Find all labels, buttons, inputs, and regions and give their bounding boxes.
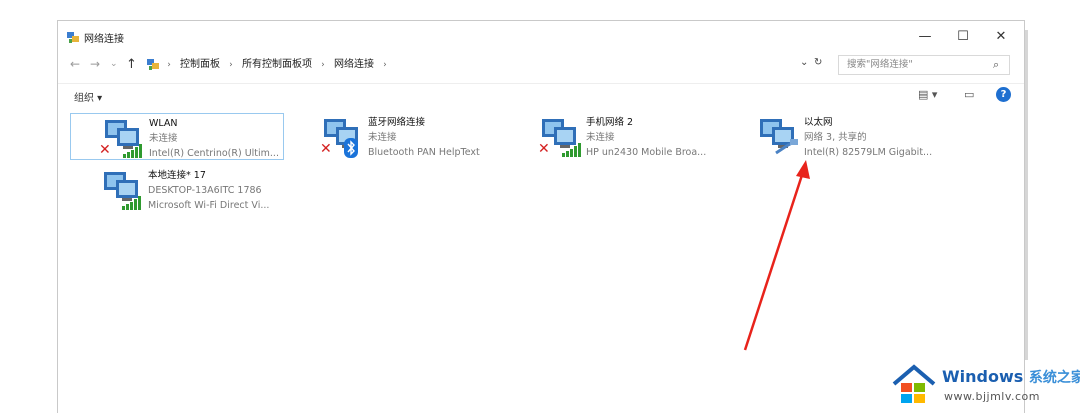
recent-locations-button[interactable]: ⌄ [110, 59, 118, 69]
connection-status: 网络 3, 共享的 [804, 132, 867, 143]
preview-pane-button[interactable]: ▭ [964, 88, 974, 101]
connection-device: Intel(R) 82579LM Gigabit... [804, 147, 933, 158]
back-button[interactable]: ← [70, 57, 80, 71]
signal-bars-icon [123, 144, 142, 158]
signal-bars-icon [122, 196, 141, 210]
connection-name: WLAN [149, 118, 178, 129]
search-input[interactable]: 搜索"网络连接" [838, 55, 1010, 75]
breadcrumb-network-connections[interactable]: 网络连接 [334, 55, 374, 75]
connection-device: Intel(R) Centrino(R) Ultim... [149, 148, 279, 159]
connection-status: DESKTOP-13A6ITC 1786 [148, 185, 262, 196]
window-title: 网络连接 [84, 34, 124, 45]
breadcrumb-separator: › [321, 60, 325, 70]
connection-item-local[interactable]: 本地连接* 17 DESKTOP-13A6ITC 1786 Microsoft … [70, 166, 284, 213]
connection-name: 以太网 [804, 117, 833, 128]
maximize-button[interactable]: ☐ [946, 25, 980, 49]
windows-house-logo-icon [892, 364, 936, 403]
minimize-button[interactable]: — [908, 25, 942, 49]
search-icon[interactable]: ⌕ [993, 58, 1019, 72]
up-button[interactable]: ↑ [126, 57, 137, 72]
breadcrumb-control-panel[interactable]: 控制面板 [180, 55, 220, 75]
connection-item-mobile[interactable]: ✕ 手机网络 2 未连接 HP un2430 Mobile Broa... [508, 113, 722, 160]
breadcrumb-all-control-panel-items[interactable]: 所有控制面板项 [242, 55, 312, 75]
signal-bars-icon [562, 143, 581, 157]
help-button[interactable]: ? [996, 87, 1011, 102]
watermark-brand-cn: 系统之家 [1028, 370, 1080, 386]
breadcrumb-separator: › [167, 60, 171, 70]
forward-button[interactable]: → [90, 57, 100, 71]
watermark-url: www.bjjmlv.com [944, 390, 1040, 403]
connection-item-bluetooth[interactable]: ✕ 蓝牙网络连接 未连接 Bluetooth PAN HelpText [290, 113, 504, 160]
close-button[interactable]: ✕ [984, 25, 1018, 49]
breadcrumb-separator: › [229, 60, 233, 70]
connection-name: 手机网络 2 [586, 117, 634, 128]
disconnected-x-icon: ✕ [538, 141, 550, 157]
disconnected-x-icon: ✕ [320, 141, 332, 157]
network-connections-window: 网络连接 — ☐ ✕ ← → ⌄ ↑ › 控制面板 › 所有控制面板项 › 网络… [57, 20, 1025, 413]
network-folder-icon [67, 32, 79, 43]
watermark: Windows 系统之家 www.bjjmlv.com [888, 360, 1080, 410]
address-bar[interactable]: › 控制面板 › 所有控制面板项 › 网络连接 › [146, 55, 806, 75]
connection-status: 未连接 [586, 132, 615, 143]
refresh-button[interactable]: ↻ [814, 57, 822, 68]
connection-device: Microsoft Wi-Fi Direct Vi... [148, 200, 270, 211]
breadcrumb-separator: › [383, 60, 387, 70]
watermark-brand-en: Windows [942, 367, 1024, 386]
disconnected-x-icon: ✕ [99, 142, 111, 158]
connection-status: 未连接 [149, 133, 178, 144]
title-bar: 网络连接 — ☐ ✕ [58, 21, 1024, 53]
command-bar: 组织 ▾ ▤ ▾ ▭ ? [58, 83, 1024, 108]
connection-device: HP un2430 Mobile Broa... [586, 147, 707, 158]
view-options-button[interactable]: ▤ ▾ [918, 88, 937, 101]
connection-name: 蓝牙网络连接 [368, 117, 426, 128]
connection-name: 本地连接* 17 [148, 170, 206, 181]
control-panel-icon [147, 59, 159, 70]
bluetooth-icon [344, 138, 358, 158]
connection-status: 未连接 [368, 132, 397, 143]
ethernet-cable-icon [775, 139, 798, 155]
connection-device: Bluetooth PAN HelpText [368, 147, 480, 158]
organize-button[interactable]: 组织 ▾ [74, 89, 102, 104]
address-dropdown-button[interactable]: ⌄ [800, 57, 808, 68]
window-edge-shadow [1025, 30, 1028, 360]
address-row: ← → ⌄ ↑ › 控制面板 › 所有控制面板项 › 网络连接 › ⌄ ↻ 搜索… [58, 53, 1024, 79]
watermark-brand: Windows 系统之家 [942, 367, 1080, 387]
connection-item-ethernet[interactable]: 以太网 网络 3, 共享的 Intel(R) 82579LM Gigabit..… [726, 113, 940, 160]
connection-item-wlan[interactable]: ✕ WLAN 未连接 Intel(R) Centrino(R) Ultim... [70, 113, 284, 160]
